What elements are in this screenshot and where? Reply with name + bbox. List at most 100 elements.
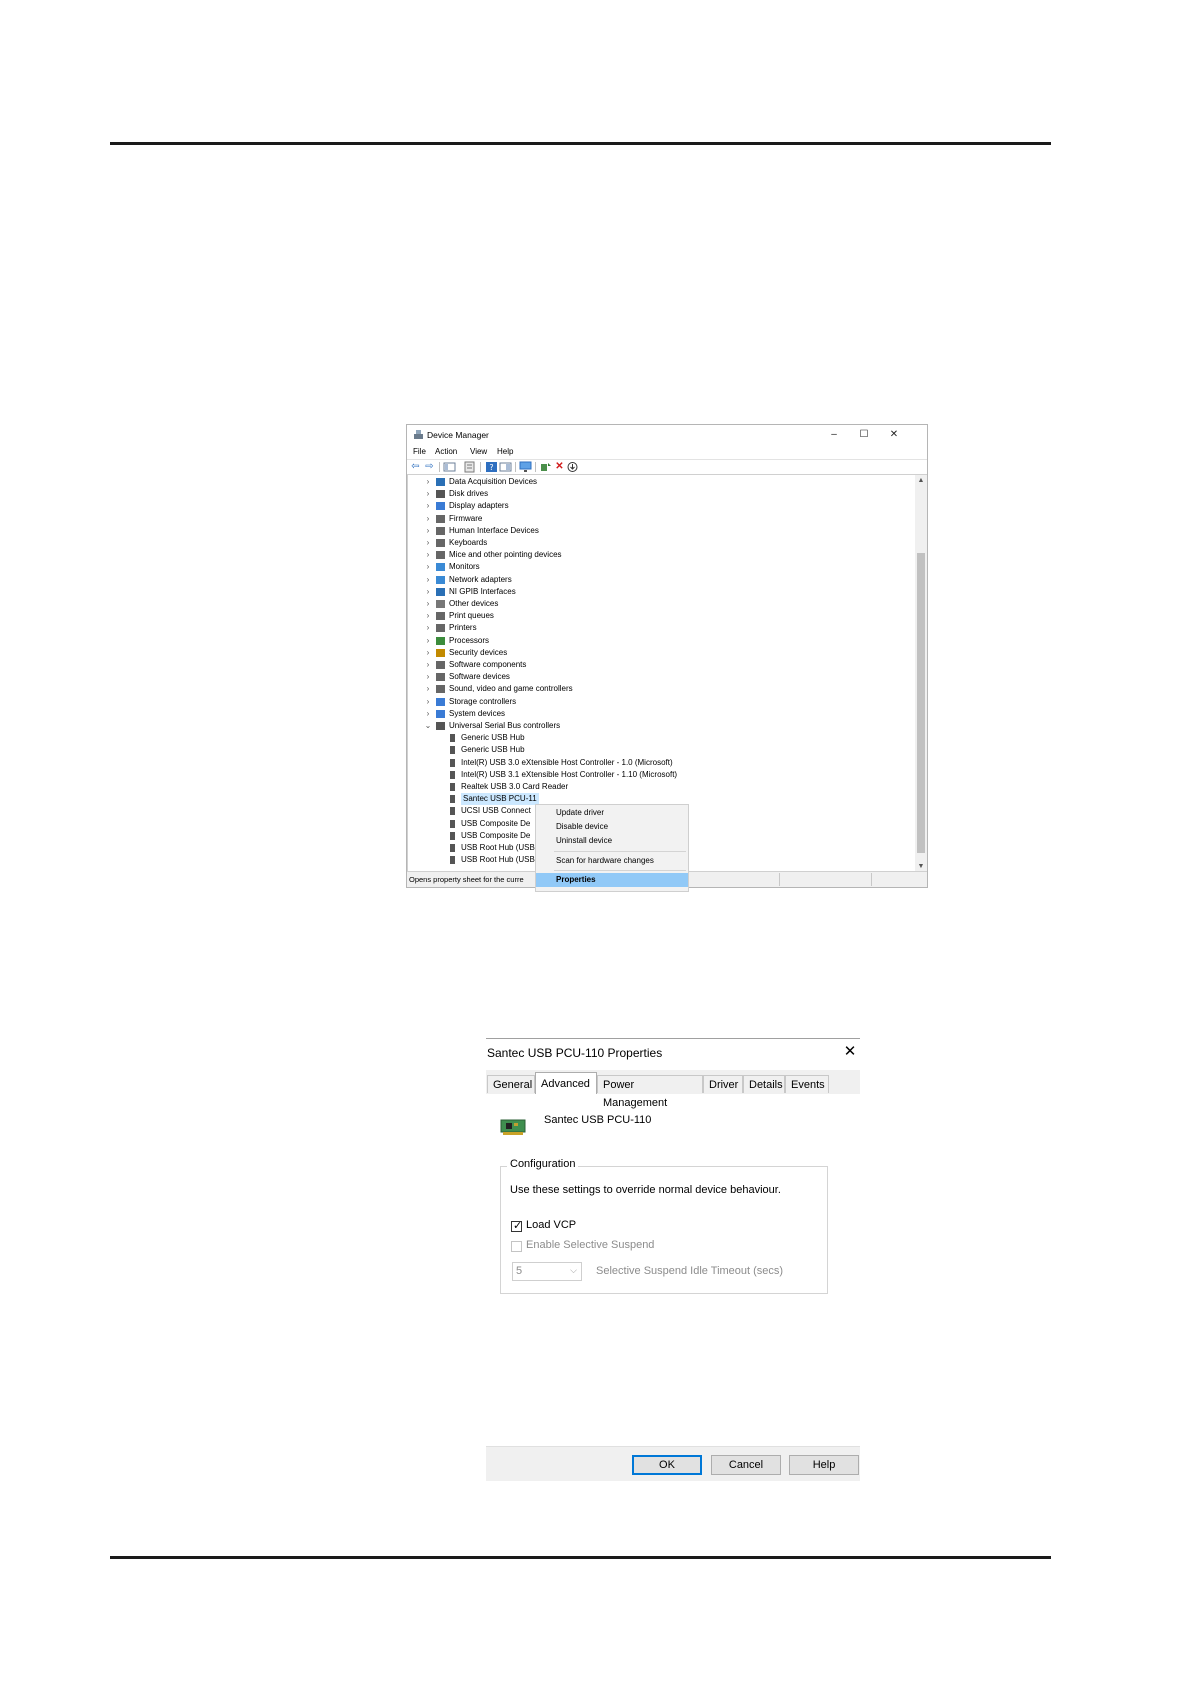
tree-category[interactable]: › Display adapters [408, 500, 908, 512]
chevron-right-icon[interactable]: › [424, 647, 432, 659]
tree-category[interactable]: ⌄ Universal Serial Bus controllers [408, 720, 908, 732]
tab-events[interactable]: Events [785, 1075, 829, 1093]
chevron-right-icon[interactable]: › [424, 659, 432, 671]
security-device-icon [436, 648, 445, 657]
usb-device-item[interactable]: Generic USB Hub [408, 732, 908, 744]
chevron-right-icon[interactable]: › [424, 537, 432, 549]
help-icon[interactable]: ? [485, 461, 498, 473]
usb-device-item[interactable]: Generic USB Hub [408, 744, 908, 756]
tree-category[interactable]: › System devices [408, 708, 908, 720]
toolbar-separator [480, 462, 481, 472]
tree-category[interactable]: › Sound, video and game controllers [408, 683, 908, 695]
tab-strip: General Advanced Power Management Driver… [486, 1070, 860, 1109]
forward-icon[interactable]: ⇨ [423, 461, 436, 473]
usb-icon [450, 831, 455, 840]
minimize-button[interactable]: – [820, 427, 848, 443]
print-queue-icon [436, 612, 445, 621]
chevron-right-icon[interactable]: › [424, 696, 432, 708]
tab-details[interactable]: Details [743, 1075, 785, 1093]
chevron-down-icon[interactable]: ⌄ [424, 720, 432, 732]
chevron-right-icon[interactable]: › [424, 598, 432, 610]
tree-category[interactable]: › Mice and other pointing devices [408, 549, 908, 561]
tree-category[interactable]: › Disk drives [408, 488, 908, 500]
ok-button[interactable]: OK [632, 1455, 702, 1475]
chevron-right-icon[interactable]: › [424, 586, 432, 598]
context-scan-hardware[interactable]: Scan for hardware changes [536, 854, 688, 868]
tree-category[interactable]: › Human Interface Devices [408, 525, 908, 537]
maximize-button[interactable]: ☐ [850, 427, 878, 443]
menu-view[interactable]: View [470, 447, 487, 456]
usb-device-item[interactable]: Intel(R) USB 3.1 eXtensible Host Control… [408, 769, 908, 781]
idle-timeout-label: Selective Suspend Idle Timeout (secs) [596, 1265, 784, 1277]
tab-advanced[interactable]: Advanced [535, 1072, 597, 1094]
hid-icon [436, 526, 445, 535]
software-device-icon [436, 673, 445, 682]
tree-category[interactable]: › Keyboards [408, 537, 908, 549]
menu-help[interactable]: Help [497, 447, 513, 456]
close-button[interactable]: ✕ [880, 427, 908, 443]
dialog-close-button[interactable]: ✕ [840, 1042, 860, 1062]
tab-driver[interactable]: Driver [703, 1075, 743, 1093]
chevron-right-icon[interactable]: › [424, 513, 432, 525]
help-button[interactable]: Help [789, 1455, 859, 1475]
usb-device-item[interactable]: Realtek USB 3.0 Card Reader [408, 781, 908, 793]
chevron-right-icon[interactable]: › [424, 500, 432, 512]
chevron-right-icon[interactable]: › [424, 635, 432, 647]
tree-category[interactable]: › Processors [408, 635, 908, 647]
tree-category[interactable]: › Security devices [408, 647, 908, 659]
tree-category[interactable]: › Software devices [408, 671, 908, 683]
show-hide-console-tree-icon[interactable] [443, 461, 456, 473]
monitor-scan-icon[interactable] [519, 461, 532, 473]
cancel-button[interactable]: Cancel [711, 1455, 781, 1475]
chevron-right-icon[interactable]: › [424, 488, 432, 500]
chevron-right-icon[interactable]: › [424, 574, 432, 586]
tree-category[interactable]: › Other devices [408, 598, 908, 610]
tree-category[interactable]: › Monitors [408, 561, 908, 573]
tree-category[interactable]: › Data Acquisition Devices [408, 476, 908, 488]
context-uninstall-device[interactable]: Uninstall device [536, 834, 688, 848]
toolbar: ⇦ ⇨ ? ✕ [407, 459, 927, 475]
update-driver-icon[interactable] [539, 461, 552, 473]
context-disable-device[interactable]: Disable device [536, 820, 688, 834]
chevron-right-icon[interactable]: › [424, 683, 432, 695]
tree-category[interactable]: › Storage controllers [408, 696, 908, 708]
scroll-thumb[interactable] [917, 553, 925, 853]
tree-category[interactable]: › Software components [408, 659, 908, 671]
load-vcp-checkbox[interactable]: ✓ [511, 1220, 522, 1232]
usb-device-item[interactable]: Intel(R) USB 3.0 eXtensible Host Control… [408, 757, 908, 769]
chevron-right-icon[interactable]: › [424, 671, 432, 683]
tab-general[interactable]: General [487, 1075, 535, 1093]
chevron-right-icon[interactable]: › [424, 708, 432, 720]
tree-category[interactable]: › NI GPIB Interfaces [408, 586, 908, 598]
download-icon[interactable] [566, 461, 579, 473]
tree-category[interactable]: › Print queues [408, 610, 908, 622]
tree-category[interactable]: › Firmware [408, 513, 908, 525]
status-divider [779, 873, 780, 886]
chevron-right-icon[interactable]: › [424, 549, 432, 561]
view-icon[interactable] [499, 461, 512, 473]
context-menu: Update driver Disable device Uninstall d… [535, 804, 689, 892]
status-divider [871, 873, 872, 886]
context-properties[interactable]: Properties [536, 873, 688, 887]
tree-category[interactable]: › Printers [408, 622, 908, 634]
chevron-right-icon[interactable]: › [424, 610, 432, 622]
uninstall-icon[interactable]: ✕ [553, 461, 566, 473]
scroll-up-icon[interactable]: ▲ [915, 475, 927, 487]
menu-action[interactable]: Action [435, 447, 457, 456]
menu-file[interactable]: File [413, 447, 426, 456]
vertical-scrollbar[interactable]: ▲ ▼ [915, 475, 927, 873]
usb-icon [450, 844, 455, 852]
chevron-right-icon[interactable]: › [424, 476, 432, 488]
properties-sheet-icon[interactable] [463, 461, 476, 473]
tree-category[interactable]: › Network adapters [408, 574, 908, 586]
back-icon[interactable]: ⇦ [409, 461, 422, 473]
tree-category-label: Keyboards [449, 538, 488, 547]
selective-suspend-checkbox[interactable] [511, 1241, 522, 1252]
idle-timeout-select[interactable]: 5 ⌵ [512, 1262, 582, 1281]
chevron-right-icon[interactable]: › [424, 561, 432, 573]
tab-power-management[interactable]: Power Management [597, 1075, 703, 1109]
usb-icon [450, 746, 455, 755]
context-update-driver[interactable]: Update driver [536, 806, 688, 820]
chevron-right-icon[interactable]: › [424, 622, 432, 634]
chevron-right-icon[interactable]: › [424, 525, 432, 537]
